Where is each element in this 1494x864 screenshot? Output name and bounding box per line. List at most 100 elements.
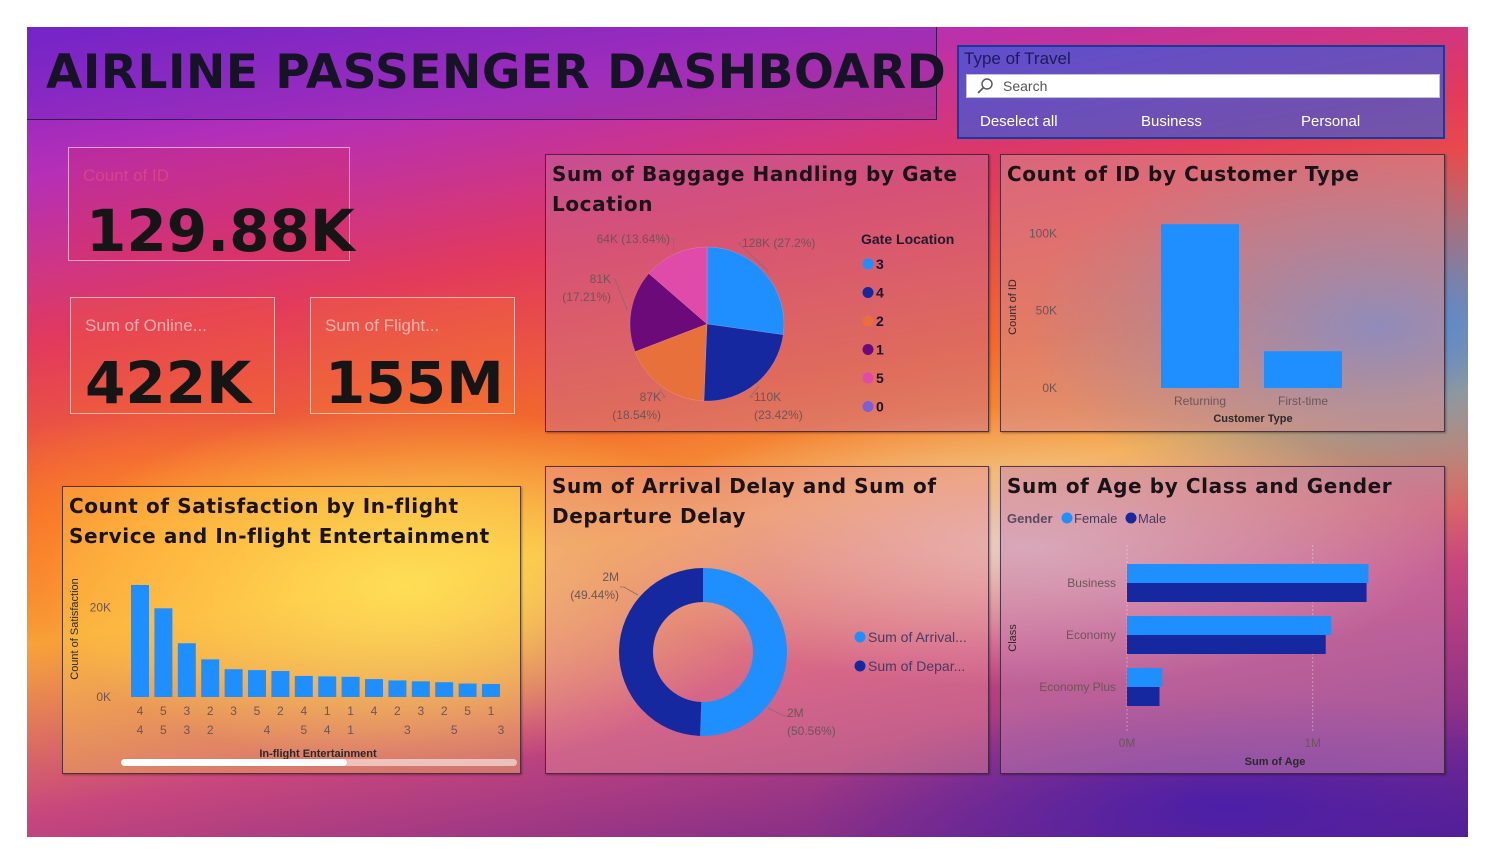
legend-label-female: Female — [1074, 511, 1117, 526]
dashboard-canvas: AIRLINE PASSENGER DASHBOARD Type of Trav… — [27, 27, 1468, 837]
legend-marker-5 — [862, 372, 874, 384]
donut-leader-line — [767, 707, 788, 717]
pie-data-label-percent: (23.42%) — [754, 408, 803, 422]
donut-label-percent: (49.44%) — [570, 588, 619, 602]
legend-label-0: 0 — [876, 399, 884, 415]
slicer-option-personal[interactable]: Personal — [1301, 113, 1360, 130]
x-tick-label-entertainment: 5 — [451, 723, 458, 737]
slicer-option-business[interactable]: Business — [1141, 113, 1202, 130]
scrollbar-thumb[interactable] — [121, 759, 347, 766]
x-tick-label-entertainment: 5 — [300, 723, 307, 737]
satisfaction-panel: Count of Satisfaction by In-flight Servi… — [62, 486, 521, 774]
legend-marker-female — [1061, 512, 1073, 524]
pie-data-label-percent: (18.54%) — [612, 408, 661, 422]
x-tick-label: 0M — [1119, 736, 1136, 750]
x-tick-label-entertainment: 5 — [160, 723, 167, 737]
legend-marker — [854, 631, 866, 643]
kpi-value-flight: 155M — [325, 349, 504, 417]
bar — [435, 682, 454, 697]
bar — [131, 585, 149, 697]
y-tick-label: 0K — [1042, 381, 1057, 395]
y-axis-title: Count of Satisfaction — [69, 578, 81, 680]
customer-type-panel: Count of ID by Customer Type 0K 50K 100K Re… — [1000, 154, 1445, 432]
age-bar-chart: Gender Female Male 0M 1M Business Economy Econo… — [1007, 511, 1369, 768]
x-tick-label-service: 5 — [254, 704, 261, 718]
kpi-card-online: Sum of Online... 422K — [70, 297, 275, 417]
pie-data-label: 128K (27.2%) — [742, 236, 815, 250]
bar-returning — [1161, 224, 1239, 388]
bar-first-time — [1264, 351, 1342, 388]
y-tick-label: Economy — [1066, 628, 1116, 642]
x-tick-label: First-time — [1278, 394, 1328, 408]
bar-female — [1127, 616, 1332, 635]
kpi-label-count-id: Count of ID — [83, 166, 169, 185]
bar — [271, 671, 290, 697]
bar — [458, 683, 477, 697]
x-tick-label-service: 4 — [137, 704, 144, 718]
search-icon — [977, 78, 993, 94]
legend-label-male: Male — [1138, 511, 1166, 526]
pie-slice-3 — [706, 246, 785, 336]
pie-data-label-value: 87K — [640, 390, 661, 404]
x-tick-label-service: 2 — [441, 704, 448, 718]
x-tick-label-service: 1 — [488, 704, 495, 718]
x-tick-label: Returning — [1174, 394, 1226, 408]
kpi-value-online: 422K — [85, 349, 252, 417]
horizontal-scrollbar[interactable] — [121, 759, 517, 766]
slicer-search-input[interactable]: Search — [1003, 78, 1047, 94]
y-tick-label: 50K — [1036, 304, 1057, 318]
kpi-label-flight: Sum of Flight... — [325, 316, 440, 335]
x-tick-label-entertainment: 4 — [264, 723, 271, 737]
legend-label-3: 3 — [876, 256, 884, 272]
x-tick-label-service: 2 — [394, 704, 401, 718]
legend-title: Gender — [1007, 511, 1053, 526]
x-tick-label-service: 1 — [347, 704, 354, 718]
customer-type-bar-chart: 0K 50K 100K Returning First-time Customer Typ… — [1007, 224, 1342, 425]
legend-label-2: 2 — [876, 313, 884, 329]
x-axis-title: Customer Type — [1213, 413, 1292, 425]
x-tick-label-service: 2 — [207, 704, 214, 718]
baggage-pie-panel: Sum of Baggage Handling by Gate Location… — [545, 154, 989, 432]
slicer-title: Type of Travel — [964, 49, 1071, 68]
bar — [341, 676, 360, 697]
y-tick-label: 0K — [96, 690, 111, 704]
x-tick-label-entertainment: 3 — [404, 723, 411, 737]
bar — [388, 680, 407, 697]
delay-donut-chart: 2M (50.56%) 2M (49.44%) Sum of Arrival... Sum… — [570, 568, 967, 738]
y-tick-label: 20K — [90, 600, 111, 614]
slicer-option-deselect-all[interactable]: Deselect all — [980, 113, 1058, 130]
legend-label-4: 4 — [876, 285, 884, 301]
bar-male — [1127, 635, 1326, 654]
x-tick-label-entertainment: 4 — [324, 723, 331, 737]
legend-title: Gate Location — [861, 231, 954, 247]
legend-marker-1 — [862, 344, 874, 355]
bar-female — [1127, 668, 1163, 687]
kpi-label-online: Sum of Online... — [85, 316, 207, 335]
x-tick-label-service: 3 — [230, 704, 237, 718]
bar — [365, 679, 383, 697]
x-tick-label-service: 3 — [183, 704, 190, 718]
y-axis-title: Class — [1007, 624, 1019, 652]
bar-female — [1127, 564, 1369, 583]
y-tick-label: Economy Plus — [1039, 680, 1116, 694]
bar — [294, 675, 313, 697]
donut-label-value: 2M — [602, 570, 619, 584]
legend-marker-3 — [862, 258, 874, 270]
x-axis-title: Sum of Age — [1245, 756, 1306, 768]
pie-leader-line — [671, 238, 675, 251]
legend-marker-4 — [862, 287, 874, 298]
bar-male — [1127, 583, 1367, 602]
bar — [177, 643, 196, 697]
title-banner: AIRLINE PASSENGER DASHBOARD — [27, 27, 946, 120]
kpi-card-flight: Sum of Flight... 155M — [310, 297, 515, 417]
delay-donut-panel: Sum of Arrival Delay and Sum of Departur… — [545, 466, 989, 774]
x-tick-label-service: 5 — [464, 704, 471, 718]
slicer-search-box[interactable]: Search — [966, 74, 1440, 98]
baggage-pie-chart: 128K (27.2%) 110K (23.42%) 87K (18.54%) 81K (1… — [562, 231, 954, 422]
x-tick-label-service: 5 — [160, 704, 167, 718]
bar — [154, 608, 173, 697]
legend-label: Sum of Arrival... — [868, 629, 967, 645]
y-tick-label: 100K — [1029, 226, 1057, 240]
legend-marker-0 — [862, 401, 874, 412]
age-class-gender-panel: Sum of Age by Class and Gender Gender Fem… — [1000, 466, 1445, 774]
